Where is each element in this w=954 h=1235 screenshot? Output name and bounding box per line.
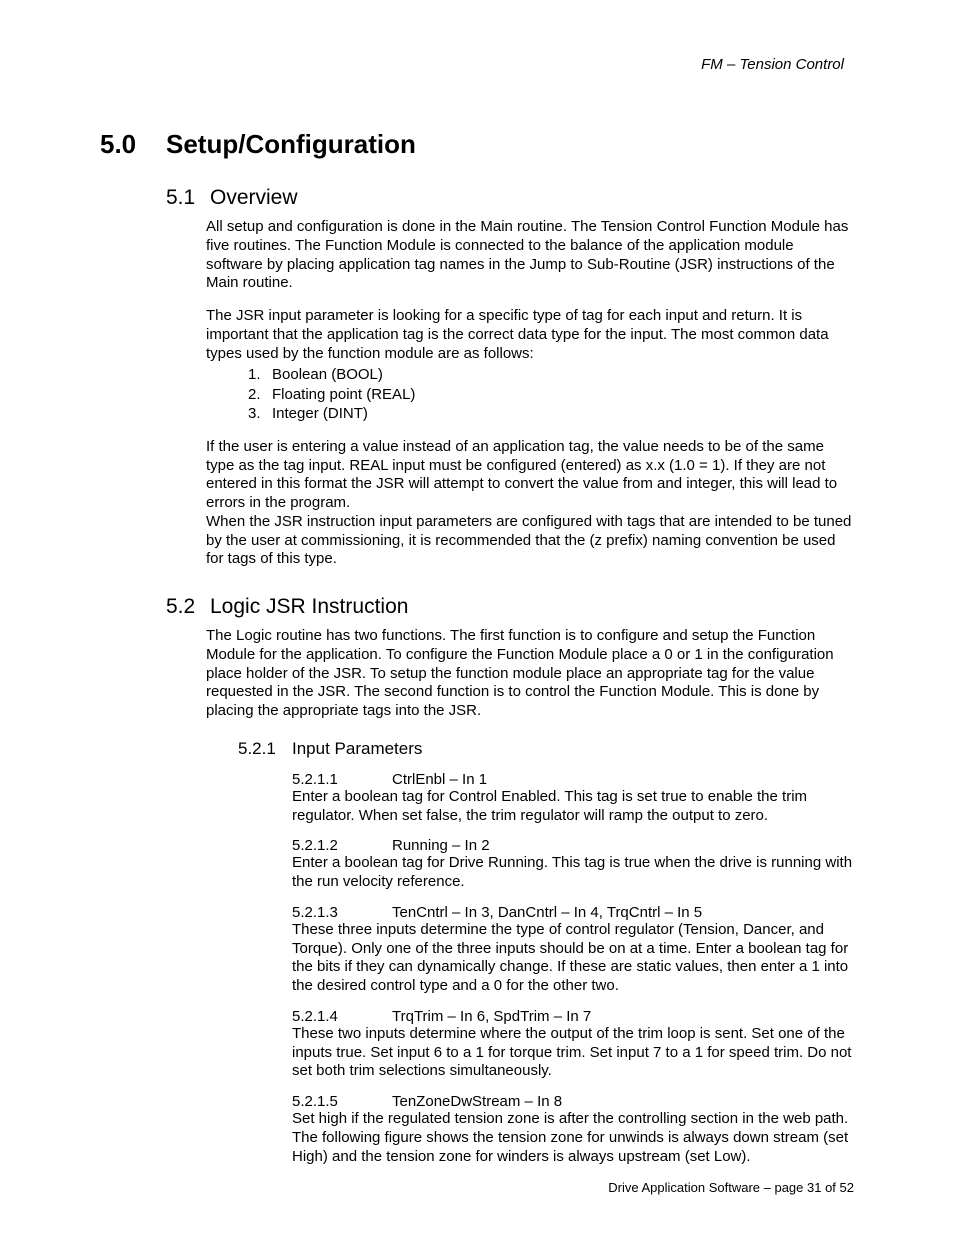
paragraph: Enter a boolean tag for Drive Running. T… — [292, 854, 854, 892]
heading-4-title: TenZoneDwStream – In 8 — [392, 1093, 562, 1110]
heading-4-title: CtrlEnbl – In 1 — [392, 771, 487, 788]
heading-2-title: Logic JSR Instruction — [210, 595, 408, 619]
heading-3-input-parameters: 5.2.1 Input Parameters — [238, 739, 854, 759]
heading-4: 5.2.1.3 TenCntrl – In 3, DanCntrl – In 4… — [292, 904, 854, 921]
heading-1-number: 5.0 — [100, 129, 166, 160]
heading-2-title: Overview — [210, 186, 298, 210]
heading-4: 5.2.1.4 TrqTrim – In 6, SpdTrim – In 7 — [292, 1008, 854, 1025]
heading-4-number: 5.2.1.1 — [292, 771, 392, 788]
heading-4-number: 5.2.1.2 — [292, 837, 392, 854]
heading-2-number: 5.2 — [166, 595, 210, 619]
heading-2-number: 5.1 — [166, 186, 210, 210]
list-item-text: Boolean (BOOL) — [272, 365, 383, 385]
list-item-number: 1. — [248, 365, 272, 385]
paragraph: Enter a boolean tag for Control Enabled.… — [292, 788, 854, 826]
paragraph: These three inputs determine the type of… — [292, 921, 854, 996]
list-item-text: Floating point (REAL) — [272, 385, 415, 405]
ordered-list: 1. Boolean (BOOL) 2. Floating point (REA… — [248, 365, 854, 424]
list-item-number: 2. — [248, 385, 272, 405]
paragraph: When the JSR instruction input parameter… — [206, 513, 854, 569]
paragraph: These two inputs determine where the out… — [292, 1025, 854, 1081]
heading-4-title: TenCntrl – In 3, DanCntrl – In 4, TrqCnt… — [392, 904, 702, 921]
paragraph: Set high if the regulated tension zone i… — [292, 1110, 854, 1166]
heading-1: 5.0 Setup/Configuration — [100, 129, 854, 160]
heading-3-number: 5.2.1 — [238, 739, 292, 759]
list-item-number: 3. — [248, 404, 272, 424]
heading-2-logic-jsr: 5.2 Logic JSR Instruction — [166, 595, 854, 619]
heading-2-overview: 5.1 Overview — [166, 186, 854, 210]
heading-4-number: 5.2.1.3 — [292, 904, 392, 921]
list-item: 2. Floating point (REAL) — [248, 385, 854, 405]
heading-4-number: 5.2.1.5 — [292, 1093, 392, 1110]
heading-4: 5.2.1.2 Running – In 2 — [292, 837, 854, 854]
paragraph: The JSR input parameter is looking for a… — [206, 307, 854, 363]
heading-4-title: TrqTrim – In 6, SpdTrim – In 7 — [392, 1008, 591, 1025]
list-item: 3. Integer (DINT) — [248, 404, 854, 424]
list-item: 1. Boolean (BOOL) — [248, 365, 854, 385]
heading-4-title: Running – In 2 — [392, 837, 490, 854]
document-page: FM – Tension Control 5.0 Setup/Configura… — [0, 0, 954, 1235]
heading-4: 5.2.1.5 TenZoneDwStream – In 8 — [292, 1093, 854, 1110]
heading-1-title: Setup/Configuration — [166, 129, 416, 160]
paragraph: If the user is entering a value instead … — [206, 438, 854, 513]
page-footer: Drive Application Software – page 31 of … — [608, 1180, 854, 1195]
paragraph: The Logic routine has two functions. The… — [206, 627, 854, 721]
list-item-text: Integer (DINT) — [272, 404, 368, 424]
page-header-right: FM – Tension Control — [100, 56, 854, 73]
heading-4-number: 5.2.1.4 — [292, 1008, 392, 1025]
heading-3-title: Input Parameters — [292, 739, 422, 759]
heading-4: 5.2.1.1 CtrlEnbl – In 1 — [292, 771, 854, 788]
paragraph: All setup and configuration is done in t… — [206, 218, 854, 293]
